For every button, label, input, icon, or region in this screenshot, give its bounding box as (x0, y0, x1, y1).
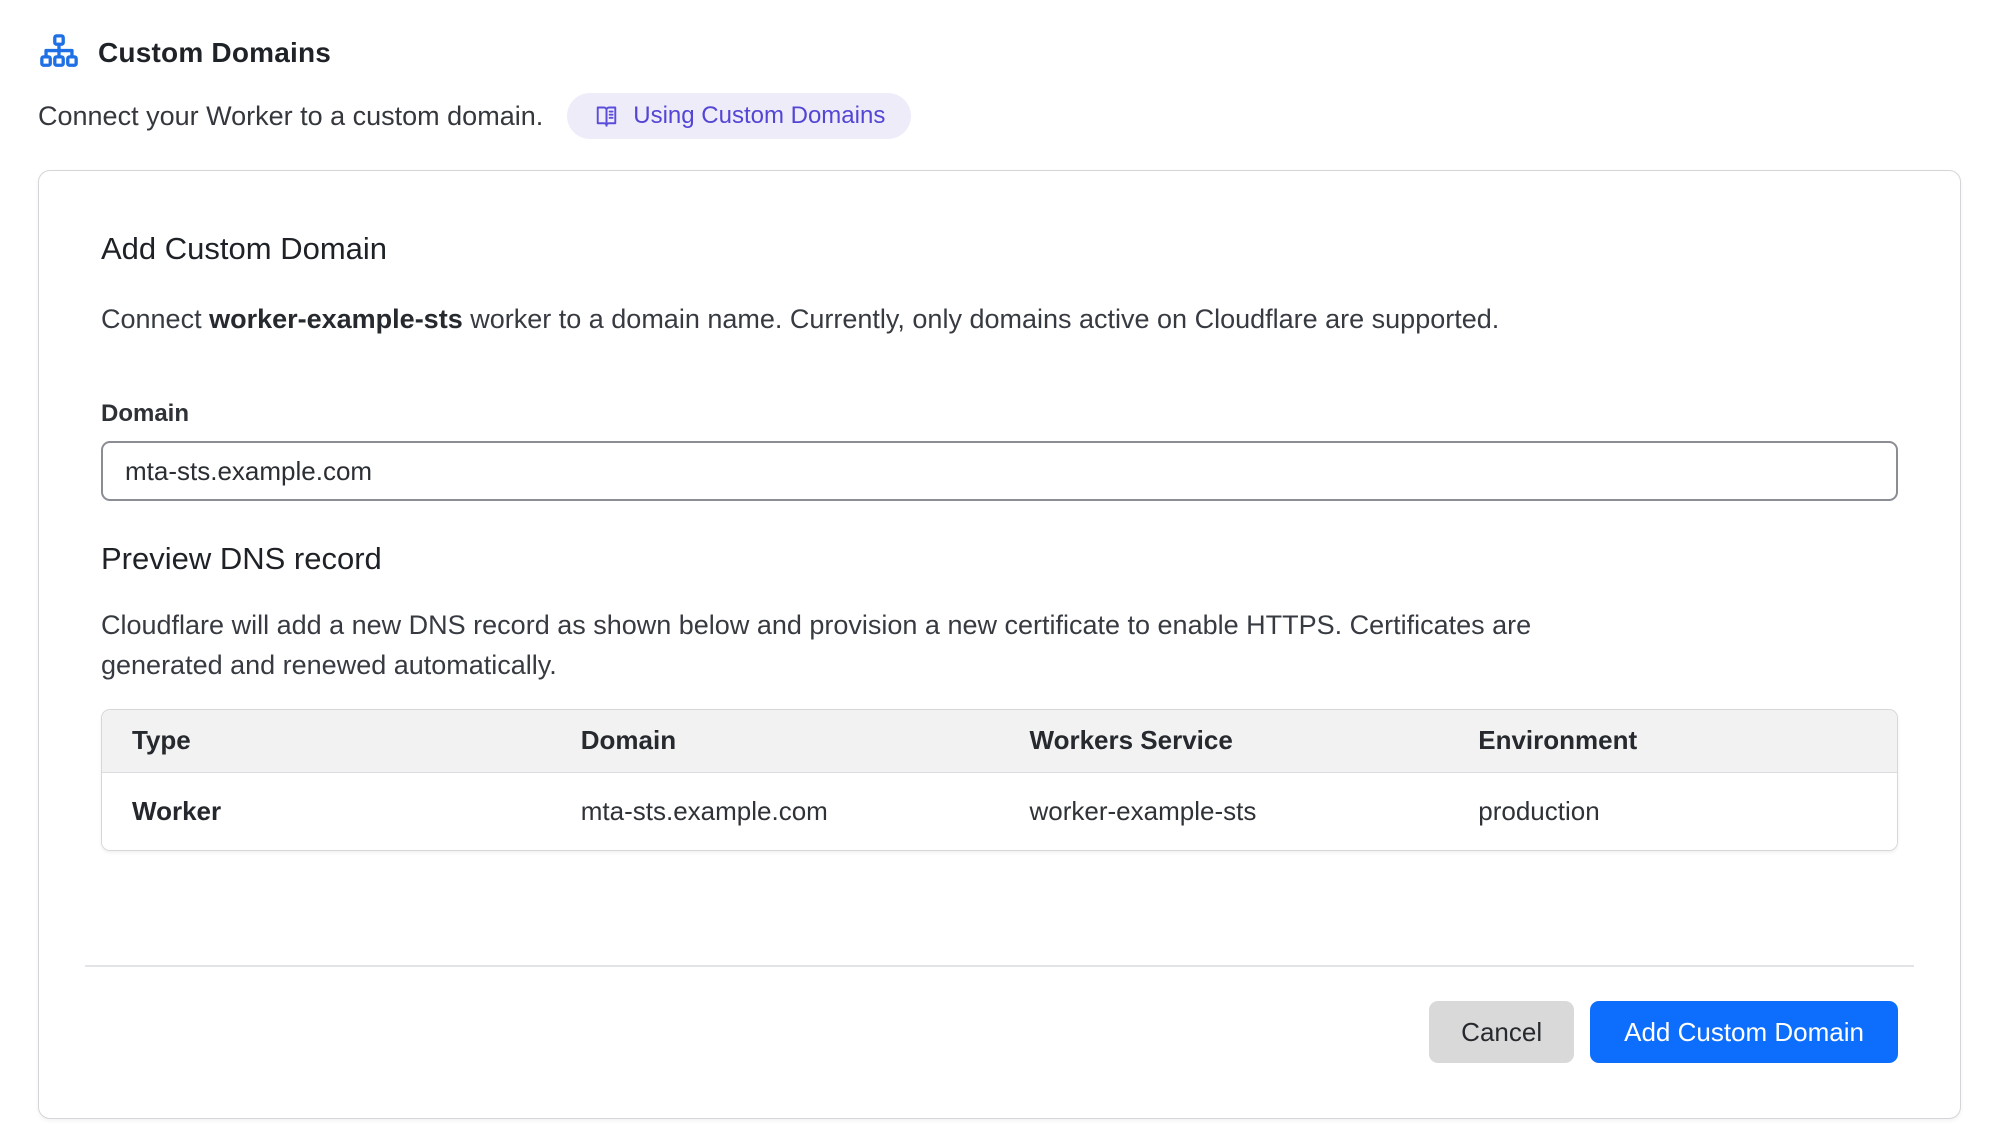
cell-type: Worker (102, 772, 551, 850)
worker-name: worker-example-sts (209, 304, 463, 334)
cell-domain: mta-sts.example.com (551, 772, 1000, 850)
cell-environment: production (1448, 772, 1897, 850)
column-header-type: Type (102, 710, 551, 772)
panel-heading: Add Custom Domain (101, 231, 1898, 267)
add-custom-domain-button[interactable]: Add Custom Domain (1590, 1001, 1898, 1063)
docs-link-label: Using Custom Domains (633, 102, 885, 130)
sitemap-icon (38, 32, 80, 74)
preview-dns-heading: Preview DNS record (101, 541, 1898, 577)
domain-input[interactable] (101, 441, 1898, 501)
cancel-button[interactable]: Cancel (1429, 1001, 1574, 1063)
description-pre: Connect (101, 304, 202, 334)
column-header-domain: Domain (551, 710, 1000, 772)
column-header-environment: Environment (1448, 710, 1897, 772)
actions-row: Cancel Add Custom Domain (101, 1001, 1898, 1063)
column-header-workers-service: Workers Service (1000, 710, 1449, 772)
table-header-row: Type Domain Workers Service Environment (102, 710, 1897, 772)
open-book-icon (593, 103, 620, 130)
add-custom-domain-panel: Add Custom Domain Connect worker-example… (38, 170, 1961, 1119)
docs-link-using-custom-domains[interactable]: Using Custom Domains (567, 93, 911, 139)
table-row: Worker mta-sts.example.com worker-exampl… (102, 772, 1897, 850)
subtitle-row: Connect your Worker to a custom domain. … (38, 92, 1961, 140)
page-title: Custom Domains (98, 37, 331, 69)
dns-preview-table: Type Domain Workers Service Environment … (101, 709, 1898, 851)
preview-dns-description: Cloudflare will add a new DNS record as … (101, 605, 1601, 685)
cell-workers-service: worker-example-sts (1000, 772, 1449, 850)
panel-description: Connect worker-example-sts worker to a d… (101, 301, 1898, 337)
page-header: Custom Domains (38, 30, 1961, 76)
description-post: worker to a domain name. Currently, only… (470, 304, 1499, 334)
custom-domains-page: Custom Domains Connect your Worker to a … (0, 0, 1999, 1119)
page-subtitle: Connect your Worker to a custom domain. (38, 101, 543, 132)
domain-field-label: Domain (101, 399, 1898, 429)
footer-divider (85, 965, 1914, 967)
